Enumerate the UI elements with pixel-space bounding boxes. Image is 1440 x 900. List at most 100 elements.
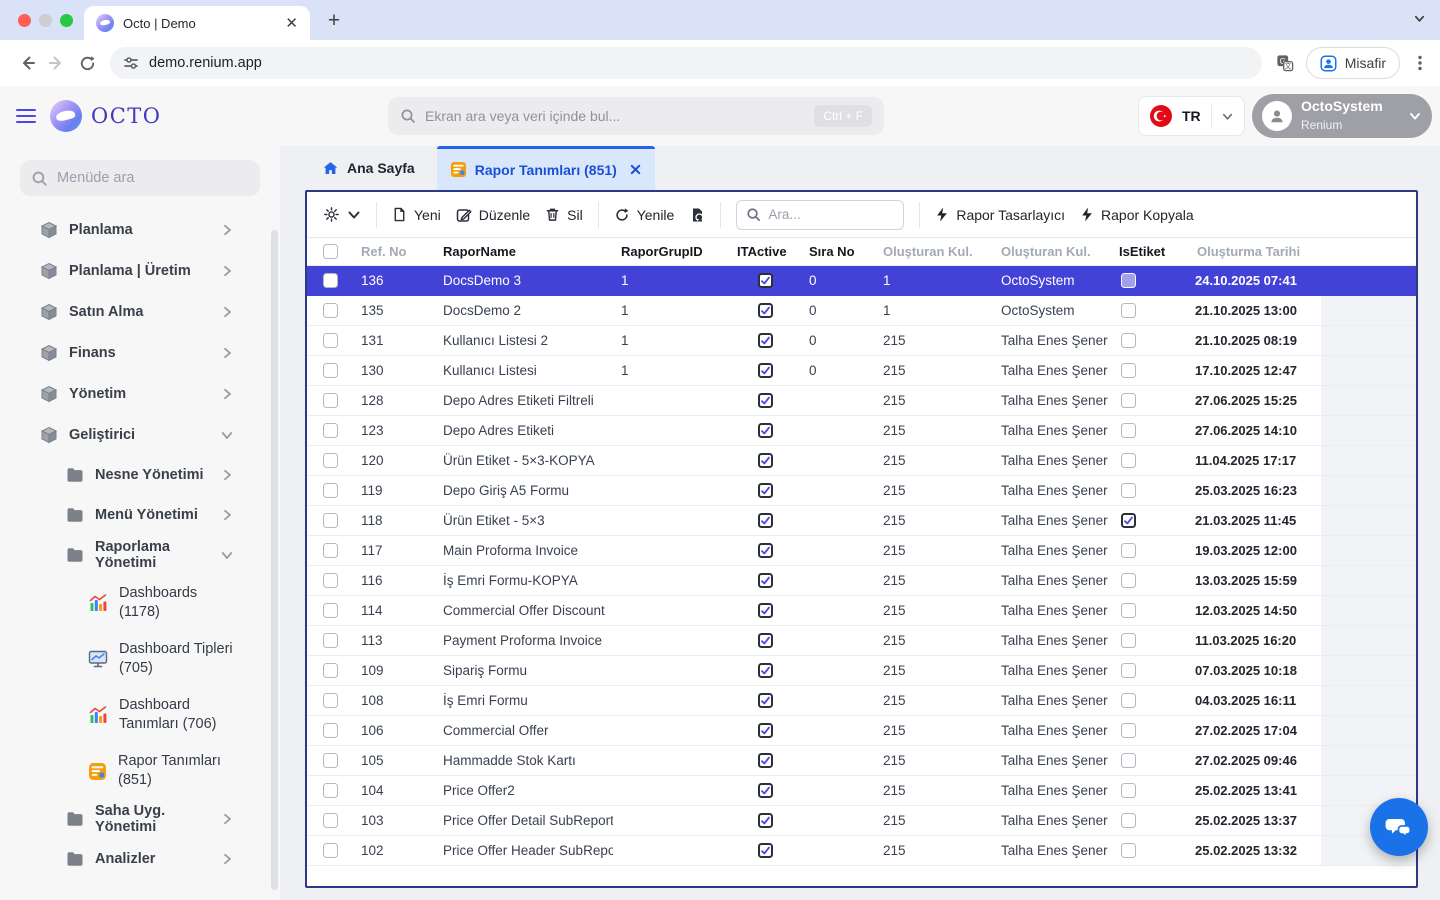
table-row[interactable]: 108 İş Emri Formu 215 Talha Enes Şener 0…: [307, 686, 1416, 716]
table-row[interactable]: 117 Main Proforma Invoice 215 Talha Enes…: [307, 536, 1416, 566]
grid-search[interactable]: [736, 200, 904, 230]
tab-rapor-tanimlari[interactable]: Rapor Tanımları (851): [437, 146, 655, 190]
itactive-checkbox[interactable]: [758, 813, 773, 828]
table-row[interactable]: 128 Depo Adres Etiketi Filtreli 215 Talh…: [307, 386, 1416, 416]
row-checkbox[interactable]: [323, 783, 338, 798]
column-header[interactable]: Oluşturan Kul.: [875, 244, 993, 259]
itactive-checkbox[interactable]: [758, 753, 773, 768]
sidebar-item[interactable]: Nesne Yönetimi: [0, 455, 280, 495]
itactive-checkbox[interactable]: [758, 333, 773, 348]
app-logo[interactable]: OCTO: [50, 100, 162, 132]
table-row[interactable]: 109 Sipariş Formu 215 Talha Enes Şener 0…: [307, 656, 1416, 686]
row-checkbox[interactable]: [323, 633, 338, 648]
close-window-button[interactable]: [18, 14, 31, 27]
language-selector[interactable]: TR: [1138, 96, 1245, 136]
itactive-checkbox[interactable]: [758, 573, 773, 588]
grid-search-input[interactable]: [768, 207, 894, 222]
url-bar[interactable]: demo.renium.app: [110, 47, 1262, 79]
column-header[interactable]: Ref. No: [353, 244, 435, 259]
table-row[interactable]: 104 Price Offer2 215 Talha Enes Şener 25…: [307, 776, 1416, 806]
itactive-checkbox[interactable]: [758, 783, 773, 798]
itactive-checkbox[interactable]: [758, 393, 773, 408]
sidebar-item[interactable]: Dashboard Tanımları (706): [0, 687, 280, 743]
row-checkbox[interactable]: [323, 663, 338, 678]
isetiket-checkbox[interactable]: [1121, 423, 1136, 438]
itactive-checkbox[interactable]: [758, 453, 773, 468]
site-info-icon[interactable]: [123, 55, 139, 71]
table-row[interactable]: 118 Ürün Etiket - 5×3 215 Talha Enes Şen…: [307, 506, 1416, 536]
isetiket-checkbox[interactable]: [1121, 753, 1136, 768]
edit-button[interactable]: Düzenle: [456, 207, 530, 223]
sidebar-item[interactable]: Raporlama Yönetimi: [0, 535, 280, 575]
isetiket-checkbox[interactable]: [1121, 483, 1136, 498]
new-tab-button[interactable]: +: [322, 9, 346, 33]
tab-close-icon[interactable]: [629, 163, 642, 176]
sidebar-item[interactable]: Dashboard Tipleri (705): [0, 631, 280, 687]
browser-menu-icon[interactable]: [1412, 54, 1428, 72]
itactive-checkbox[interactable]: [758, 723, 773, 738]
row-checkbox[interactable]: [323, 303, 338, 318]
row-checkbox[interactable]: [323, 363, 338, 378]
chat-button[interactable]: [1370, 798, 1428, 856]
table-row[interactable]: 123 Depo Adres Etiketi 215 Talha Enes Şe…: [307, 416, 1416, 446]
zoom-window-button[interactable]: [60, 14, 73, 27]
profile-button[interactable]: Misafir: [1306, 47, 1400, 79]
row-checkbox[interactable]: [323, 603, 338, 618]
row-checkbox[interactable]: [323, 453, 338, 468]
table-row[interactable]: 131 Kullanıcı Listesi 2 1 0 215 Talha En…: [307, 326, 1416, 356]
sidebar-item[interactable]: Planlama | Üretim: [0, 250, 280, 291]
row-checkbox[interactable]: [323, 393, 338, 408]
row-checkbox[interactable]: [323, 753, 338, 768]
minimize-window-button[interactable]: [39, 14, 52, 27]
table-row[interactable]: 135 DocsDemo 2 1 0 1 OctoSystem 21.10.20…: [307, 296, 1416, 326]
delete-button[interactable]: Sil: [545, 207, 583, 223]
tab-search-chevron-icon[interactable]: [1413, 12, 1426, 25]
isetiket-checkbox[interactable]: [1121, 333, 1136, 348]
itactive-checkbox[interactable]: [758, 633, 773, 648]
itactive-checkbox[interactable]: [758, 423, 773, 438]
export-button[interactable]: [689, 207, 705, 223]
isetiket-checkbox[interactable]: [1121, 513, 1136, 528]
itactive-checkbox[interactable]: [758, 363, 773, 378]
sidebar-item[interactable]: Geliştirici: [0, 414, 280, 455]
row-checkbox[interactable]: [323, 513, 338, 528]
row-checkbox[interactable]: [323, 423, 338, 438]
column-header[interactable]: IsEtiket: [1111, 244, 1189, 259]
sidebar-item[interactable]: Satın Alma: [0, 291, 280, 332]
row-checkbox[interactable]: [323, 693, 338, 708]
row-checkbox[interactable]: [323, 273, 338, 288]
global-search[interactable]: Ctrl + F: [388, 97, 884, 135]
itactive-checkbox[interactable]: [758, 843, 773, 858]
sidebar-item[interactable]: Planlama: [0, 220, 280, 250]
row-checkbox[interactable]: [323, 573, 338, 588]
row-checkbox[interactable]: [323, 333, 338, 348]
isetiket-checkbox[interactable]: [1121, 393, 1136, 408]
column-header[interactable]: Oluşturma Tarihi: [1189, 244, 1321, 259]
itactive-checkbox[interactable]: [758, 543, 773, 558]
itactive-checkbox[interactable]: [758, 663, 773, 678]
column-header[interactable]: Oluşturan Kul.: [993, 244, 1111, 259]
row-checkbox[interactable]: [323, 543, 338, 558]
isetiket-checkbox[interactable]: [1121, 303, 1136, 318]
sidebar-item[interactable]: Rapor Tanımları (851): [0, 743, 280, 799]
sidebar-scrollbar[interactable]: [271, 230, 278, 890]
isetiket-checkbox[interactable]: [1121, 573, 1136, 588]
isetiket-checkbox[interactable]: [1121, 363, 1136, 378]
user-menu[interactable]: OctoSystem Renium: [1252, 94, 1432, 138]
column-header[interactable]: RaporGrupID: [613, 244, 729, 259]
isetiket-checkbox[interactable]: [1121, 273, 1136, 288]
tab-close-icon[interactable]: ✕: [285, 16, 298, 31]
isetiket-checkbox[interactable]: [1121, 633, 1136, 648]
grid-settings-button[interactable]: [323, 206, 361, 223]
sidebar-item[interactable]: Finans: [0, 332, 280, 373]
itactive-checkbox[interactable]: [758, 303, 773, 318]
isetiket-checkbox[interactable]: [1121, 663, 1136, 678]
sidebar-item[interactable]: Menü Yönetimi: [0, 495, 280, 535]
itactive-checkbox[interactable]: [758, 273, 773, 288]
table-row[interactable]: 116 İş Emri Formu-KOPYA 215 Talha Enes Ş…: [307, 566, 1416, 596]
itactive-checkbox[interactable]: [758, 693, 773, 708]
isetiket-checkbox[interactable]: [1121, 693, 1136, 708]
table-row[interactable]: 119 Depo Giriş A5 Formu 215 Talha Enes Ş…: [307, 476, 1416, 506]
sidebar-item[interactable]: Saha Uyg. Yönetimi: [0, 799, 280, 839]
sidebar-item[interactable]: Analizler: [0, 839, 280, 879]
